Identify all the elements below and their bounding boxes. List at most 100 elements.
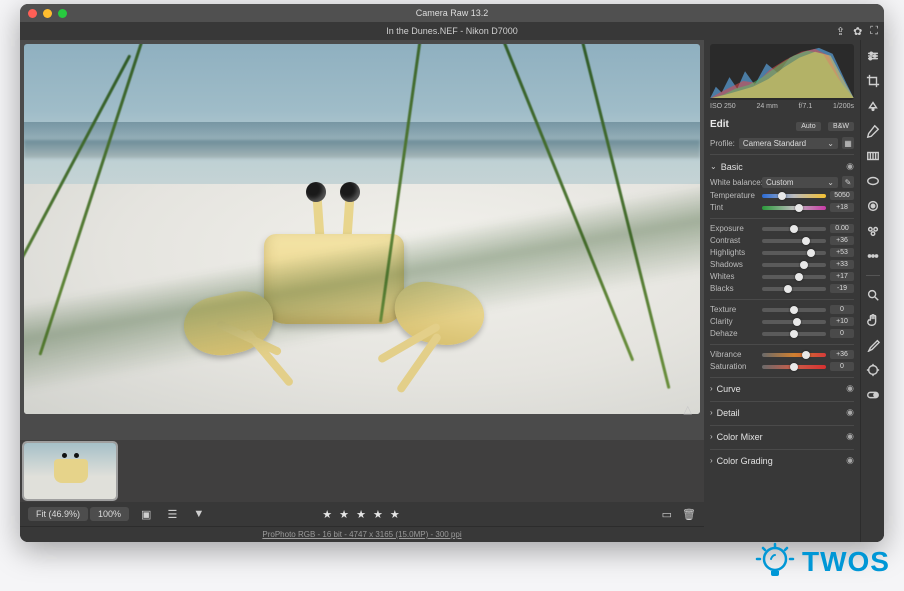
section-curve[interactable]: Curve — [717, 384, 741, 394]
chevron-right-icon[interactable]: › — [710, 432, 713, 441]
clarity-slider[interactable] — [762, 320, 826, 324]
temperature-value[interactable]: 5050 — [830, 191, 854, 200]
trash-icon[interactable]: 🗑 — [682, 508, 696, 521]
filter-icon[interactable]: ▼ — [189, 508, 208, 520]
temperature-label: Temperature — [710, 191, 758, 200]
highlights-value[interactable]: +53 — [830, 248, 854, 257]
mark-icon[interactable]: ▭ — [662, 508, 672, 521]
canvas-area: △ Fit (46.9%) 100% ▣ ☰ ▼ ★ ★ ★ ★ ★ ▭ 🗑 — [20, 40, 704, 542]
document-bar: In the Dunes.NEF - Nikon D7000 ⇪ ✿ ⛶ — [20, 22, 884, 40]
dehaze-value[interactable]: 0 — [830, 329, 854, 338]
warning-icon[interactable]: △ — [684, 403, 692, 416]
bw-button[interactable]: B&W — [828, 122, 854, 131]
whites-label: Whites — [710, 272, 758, 281]
document-title: In the Dunes.NEF - Nikon D7000 — [386, 26, 518, 36]
exposure-label: Exposure — [710, 224, 758, 233]
section-color-grading[interactable]: Color Grading — [717, 456, 773, 466]
brush-tool-icon[interactable] — [865, 123, 881, 139]
whites-value[interactable]: +17 — [830, 272, 854, 281]
settings-icon[interactable]: ✿ — [853, 25, 862, 38]
chevron-down-icon[interactable]: ⌄ — [710, 162, 717, 171]
info-aperture: f/7.1 — [799, 103, 813, 110]
target-tool-icon[interactable] — [865, 362, 881, 378]
titlebar: Camera Raw 13.2 — [20, 4, 884, 22]
filmstrip — [20, 440, 704, 502]
vibrance-label: Vibrance — [710, 350, 758, 359]
workflow-info[interactable]: ProPhoto RGB - 16 bit - 4747 x 3165 (15.… — [20, 526, 704, 542]
section-basic[interactable]: Basic — [721, 162, 743, 172]
contrast-slider[interactable] — [762, 239, 826, 243]
exposure-value[interactable]: 0.00 — [830, 224, 854, 233]
info-shutter: 1/200s — [833, 103, 854, 110]
dehaze-slider[interactable] — [762, 332, 826, 336]
bottom-toolbar: Fit (46.9%) 100% ▣ ☰ ▼ ★ ★ ★ ★ ★ ▭ 🗑 — [20, 502, 704, 526]
zoom-fit-button[interactable]: Fit (46.9%) — [28, 507, 88, 521]
blacks-slider[interactable] — [762, 287, 826, 291]
eye-icon[interactable]: ◉ — [846, 383, 854, 394]
section-detail[interactable]: Detail — [717, 408, 740, 418]
share-icon[interactable]: ⇪ — [836, 25, 845, 38]
saturation-slider[interactable] — [762, 365, 826, 369]
auto-button[interactable]: Auto — [796, 122, 820, 131]
shadows-slider[interactable] — [762, 263, 826, 267]
watermark-logo: TWOS — [754, 541, 890, 583]
contrast-label: Contrast — [710, 236, 758, 245]
texture-label: Texture — [710, 305, 758, 314]
info-iso: ISO 250 — [710, 103, 736, 110]
chevron-right-icon[interactable]: › — [710, 456, 713, 465]
zoom-tool-icon[interactable] — [865, 287, 881, 303]
blacks-label: Blacks — [710, 284, 758, 293]
texture-value[interactable]: 0 — [830, 305, 854, 314]
highlights-label: Highlights — [710, 248, 758, 257]
highlights-slider[interactable] — [762, 251, 826, 255]
crop-tool-icon[interactable] — [865, 73, 881, 89]
tint-slider[interactable] — [762, 206, 826, 210]
window-title: Camera Raw 13.2 — [20, 8, 884, 18]
whites-slider[interactable] — [762, 275, 826, 279]
temperature-slider[interactable] — [762, 194, 826, 198]
histogram[interactable] — [710, 44, 854, 100]
eye-icon[interactable]: ◉ — [846, 455, 854, 466]
blacks-value[interactable]: -19 — [830, 284, 854, 293]
contrast-value[interactable]: +36 — [830, 236, 854, 245]
toggle-tool-icon[interactable] — [865, 387, 881, 403]
chevron-right-icon[interactable]: › — [710, 384, 713, 393]
eye-icon[interactable]: ◉ — [846, 431, 854, 442]
eye-icon[interactable]: ◉ — [846, 161, 854, 172]
radial-tool-icon[interactable] — [865, 173, 881, 189]
gradient-tool-icon[interactable] — [865, 148, 881, 164]
preset-tool-icon[interactable] — [865, 223, 881, 239]
separator — [866, 275, 880, 276]
eyedropper-icon[interactable]: ✎ — [842, 176, 854, 188]
chevron-right-icon[interactable]: › — [710, 408, 713, 417]
profile-select[interactable]: Camera Standard⌄ — [739, 138, 838, 149]
vibrance-value[interactable]: +36 — [830, 350, 854, 359]
zoom-100-button[interactable]: 100% — [90, 507, 129, 521]
grid-icon[interactable]: ☰ — [163, 508, 181, 521]
sampler-tool-icon[interactable] — [865, 337, 881, 353]
exposure-slider[interactable] — [762, 227, 826, 231]
more-tool-icon[interactable] — [865, 248, 881, 264]
heal-tool-icon[interactable] — [865, 98, 881, 114]
preview-image[interactable] — [24, 44, 700, 414]
shadows-value[interactable]: +33 — [830, 260, 854, 269]
profile-browser-icon[interactable]: ▦ — [842, 137, 854, 149]
profile-label: Profile: — [710, 139, 735, 148]
tint-value[interactable]: +18 — [830, 203, 854, 212]
fullscreen-icon[interactable]: ⛶ — [870, 25, 878, 38]
watermark-text: TWOS — [802, 546, 890, 578]
rating-stars[interactable]: ★ ★ ★ ★ ★ — [322, 508, 402, 521]
texture-slider[interactable] — [762, 308, 826, 312]
vibrance-slider[interactable] — [762, 353, 826, 357]
redeye-tool-icon[interactable] — [865, 198, 881, 214]
clarity-value[interactable]: +10 — [830, 317, 854, 326]
eye-icon[interactable]: ◉ — [846, 407, 854, 418]
saturation-value[interactable]: 0 — [830, 362, 854, 371]
wb-select[interactable]: Custom⌄ — [762, 177, 838, 188]
edit-tool-icon[interactable] — [865, 48, 881, 64]
compare-icon[interactable]: ▣ — [137, 508, 155, 521]
edit-heading: Edit — [710, 119, 729, 130]
hand-tool-icon[interactable] — [865, 312, 881, 328]
section-color-mixer[interactable]: Color Mixer — [717, 432, 763, 442]
filmstrip-thumbnail[interactable] — [24, 443, 116, 499]
